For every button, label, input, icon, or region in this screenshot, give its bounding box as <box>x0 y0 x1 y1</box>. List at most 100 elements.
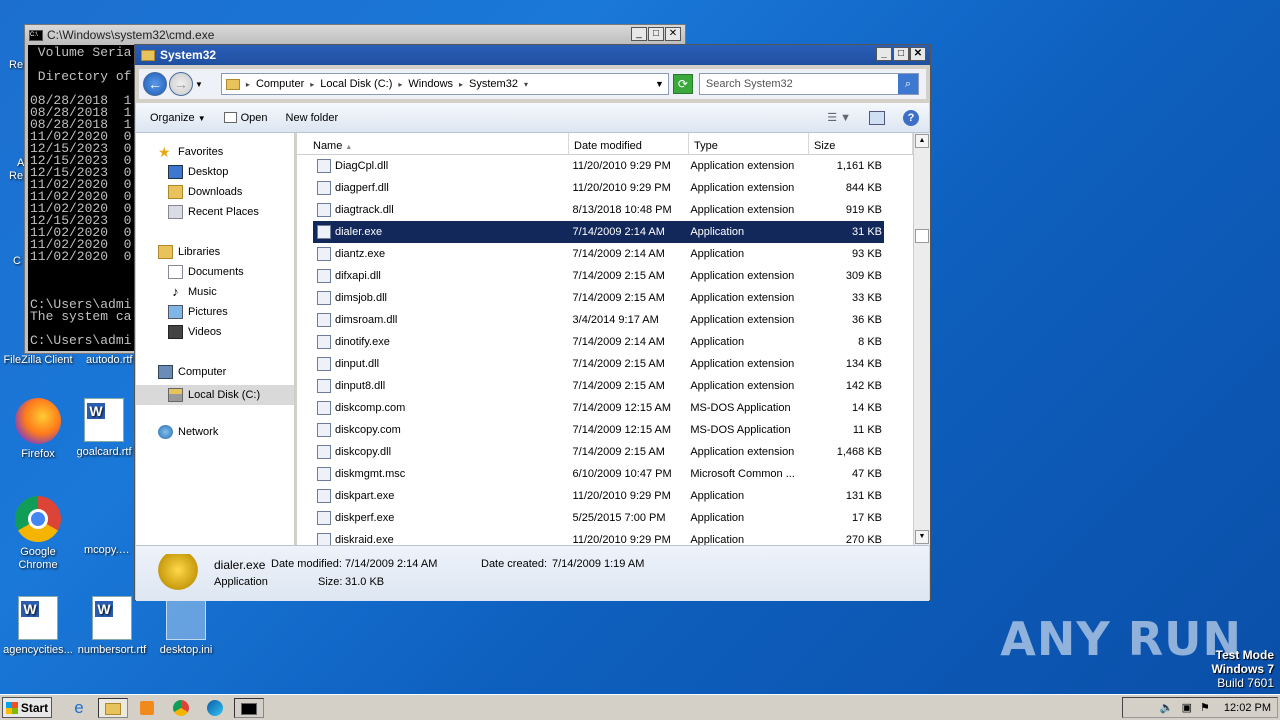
desktop-icon-agencycities[interactable]: W agencycities... <box>0 596 76 656</box>
details-filename: dialer.exe <box>214 558 266 572</box>
file-row[interactable]: difxapi.dll 7/14/2009 2:15 AM Application … <box>313 265 884 287</box>
search-icon[interactable]: ⌕ <box>897 74 918 94</box>
nav-pictures[interactable]: Pictures <box>168 305 228 319</box>
start-button[interactable]: Start <box>2 697 52 718</box>
anyrun-watermark: ANY RUN <box>1000 612 1242 666</box>
scroll-up-arrow-icon[interactable]: ▲ <box>915 134 929 148</box>
desktop-icon-firefox[interactable]: Firefox <box>0 398 76 460</box>
file-row[interactable]: diskcopy.dll 7/14/2009 2:15 AM Application… <box>313 441 884 463</box>
explorer-titlebar[interactable]: System32 _ □ ✕ <box>135 45 930 65</box>
maximize-button[interactable]: □ <box>648 27 664 41</box>
file-row[interactable]: diagtrack.dll 8/13/2018 10:48 PM Applicati… <box>313 199 884 221</box>
desktop-icon-desktopini[interactable]: desktop.ini <box>148 596 224 656</box>
cmd-console-output[interactable]: Volume Seria Directory of 08/28/2018 1 0… <box>28 45 138 351</box>
action-center-flag-icon[interactable]: ⚑ <box>1200 701 1210 714</box>
breadcrumb-chevron-icon[interactable]: ▸ <box>246 80 250 89</box>
breadcrumb[interactable]: ▸ Computer ▸ Local Disk (C:) ▸ Windows ▸… <box>220 73 669 95</box>
volume-icon[interactable]: 🔈 <box>1160 701 1174 714</box>
breadcrumb-chevron-icon[interactable]: ▸ <box>459 80 463 89</box>
file-row[interactable]: diantz.exe 7/14/2009 2:14 AM Application 93… <box>313 243 884 265</box>
breadcrumb-windows[interactable]: Windows <box>408 78 453 90</box>
explorer-taskbar-icon[interactable] <box>98 698 128 718</box>
file-name-cell: dinput8.dll <box>313 379 569 393</box>
nav-favorites[interactable]: ★ Favorites <box>158 145 223 159</box>
file-row[interactable]: diskcomp.com 7/14/2009 12:15 AM MS-DOS App… <box>313 397 884 419</box>
nav-music[interactable]: ♪ Music <box>168 285 216 299</box>
file-row[interactable]: diagperf.dll 11/20/2010 9:29 PM Applicatio… <box>313 177 884 199</box>
open-button[interactable]: Open <box>223 112 268 124</box>
chrome-taskbar-icon[interactable] <box>170 698 192 718</box>
column-date[interactable]: Date modified <box>569 133 689 154</box>
file-row[interactable]: dimsroam.dll 3/4/2014 9:17 AM Application … <box>313 309 884 331</box>
nav-computer[interactable]: Computer <box>158 365 226 379</box>
refresh-button[interactable]: ⟳ <box>672 74 693 94</box>
file-row[interactable]: diskmgmt.msc 6/10/2009 10:47 PM Microsoft … <box>313 463 884 485</box>
scroll-down-arrow-icon[interactable]: ▼ <box>915 530 929 544</box>
breadcrumb-localdisk[interactable]: Local Disk (C:) <box>320 78 392 90</box>
cmd-taskbar-icon[interactable] <box>234 698 264 718</box>
minimize-button[interactable]: _ <box>876 47 892 61</box>
preview-pane-icon[interactable] <box>869 110 885 125</box>
edge-icon[interactable] <box>204 698 226 718</box>
explorer-window[interactable]: System32 _ □ ✕ ← → ▼ ▸ Computer ▸ Local … <box>134 44 931 601</box>
nav-videos[interactable]: Videos <box>168 325 221 339</box>
back-button[interactable]: ← <box>143 72 167 96</box>
file-row[interactable]: diskcopy.com 7/14/2009 12:15 AM MS-DOS App… <box>313 419 884 441</box>
breadcrumb-computer[interactable]: Computer <box>256 78 304 90</box>
settings-file-icon <box>166 596 206 640</box>
maximize-button[interactable]: □ <box>893 47 909 61</box>
help-icon[interactable]: ? <box>903 109 919 126</box>
column-type[interactable]: Type <box>689 133 809 154</box>
desktop-icon-numbersort[interactable]: W numbersort.rtf <box>74 596 150 656</box>
file-size: 11 KB <box>852 424 882 436</box>
file-row[interactable]: diskpart.exe 11/20/2010 9:29 PM Applicatio… <box>313 485 884 507</box>
file-row[interactable]: diskperf.exe 5/25/2015 7:00 PM Application… <box>313 507 884 529</box>
minimize-button[interactable]: _ <box>631 27 647 41</box>
file-date: 7/14/2009 12:15 AM <box>572 402 672 414</box>
vertical-scrollbar[interactable]: ▲ ▼ <box>913 133 930 545</box>
breadcrumb-chevron-icon[interactable]: ▸ <box>310 80 314 89</box>
desktop-icon-goalcard[interactable]: W goalcard.rtf <box>74 398 134 458</box>
breadcrumb-system32[interactable]: System32 <box>469 78 518 90</box>
nav-libraries[interactable]: Libraries <box>158 245 220 259</box>
folder-icon <box>225 78 240 90</box>
desktop-icon-mcopy[interactable]: mcopy.png <box>76 496 134 556</box>
column-label: Name <box>313 140 343 152</box>
clock[interactable]: 12:02 PM <box>1224 702 1271 714</box>
organize-button[interactable]: Organize ▼ <box>150 112 206 124</box>
network-icon[interactable]: ▣ <box>1182 701 1192 714</box>
desktop-icon-chrome[interactable]: Google Chrome <box>0 496 76 572</box>
breadcrumb-chevron-icon[interactable]: ▸ <box>398 80 402 89</box>
file-row[interactable]: dialer.exe 7/14/2009 2:14 AM Application 31… <box>312 220 885 244</box>
file-row[interactable]: dinotify.exe 7/14/2009 2:14 AM Application… <box>313 331 884 353</box>
nav-downloads[interactable]: Downloads <box>168 185 242 199</box>
file-row[interactable]: dinput8.dll 7/14/2009 2:15 AM Application … <box>313 375 884 397</box>
view-options-icon[interactable]: ☰ ▼ <box>827 111 851 124</box>
media-player-icon[interactable] <box>136 698 158 718</box>
nav-desktop[interactable]: Desktop <box>168 165 228 179</box>
breadcrumb-chevron-icon[interactable]: ▾ <box>524 80 528 89</box>
internet-explorer-icon[interactable]: e <box>68 698 90 718</box>
nav-recent-places[interactable]: Recent Places <box>168 205 259 219</box>
recent-pages-dropdown-icon[interactable]: ▼ <box>195 80 203 89</box>
search-input[interactable]: Search System32 ⌕ <box>698 73 919 95</box>
column-size[interactable]: Size <box>809 133 913 154</box>
close-button[interactable]: ✕ <box>665 27 681 41</box>
file-list[interactable]: Name ▲ Date modified Type Size DiagCpl.d… <box>297 133 913 545</box>
nav-local-disk[interactable]: Local Disk (C:) <box>136 385 294 405</box>
file-row[interactable]: DiagCpl.dll 11/20/2010 9:29 PM Application… <box>313 155 884 177</box>
cmd-titlebar[interactable]: C:\ C:\Windows\system32\cmd.exe _ □ ✕ <box>25 25 685 45</box>
nav-network[interactable]: Network <box>158 425 218 439</box>
forward-button[interactable]: → <box>169 72 193 96</box>
file-row[interactable]: diskraid.exe 11/20/2010 9:29 PM Applicatio… <box>313 529 884 545</box>
address-dropdown-icon[interactable]: ▼ <box>655 79 664 89</box>
file-row[interactable]: dimsjob.dll 7/14/2009 2:15 AM Application … <box>313 287 884 309</box>
start-label: Start <box>20 700 49 715</box>
column-name[interactable]: Name ▲ <box>297 133 569 154</box>
file-name-cell: diskmgmt.msc <box>313 467 569 481</box>
new-folder-button[interactable]: New folder <box>286 112 339 124</box>
file-row[interactable]: dinput.dll 7/14/2009 2:15 AM Application e… <box>313 353 884 375</box>
close-button[interactable]: ✕ <box>910 47 926 61</box>
nav-documents[interactable]: Documents <box>168 265 244 279</box>
scroll-thumb[interactable] <box>915 229 929 243</box>
